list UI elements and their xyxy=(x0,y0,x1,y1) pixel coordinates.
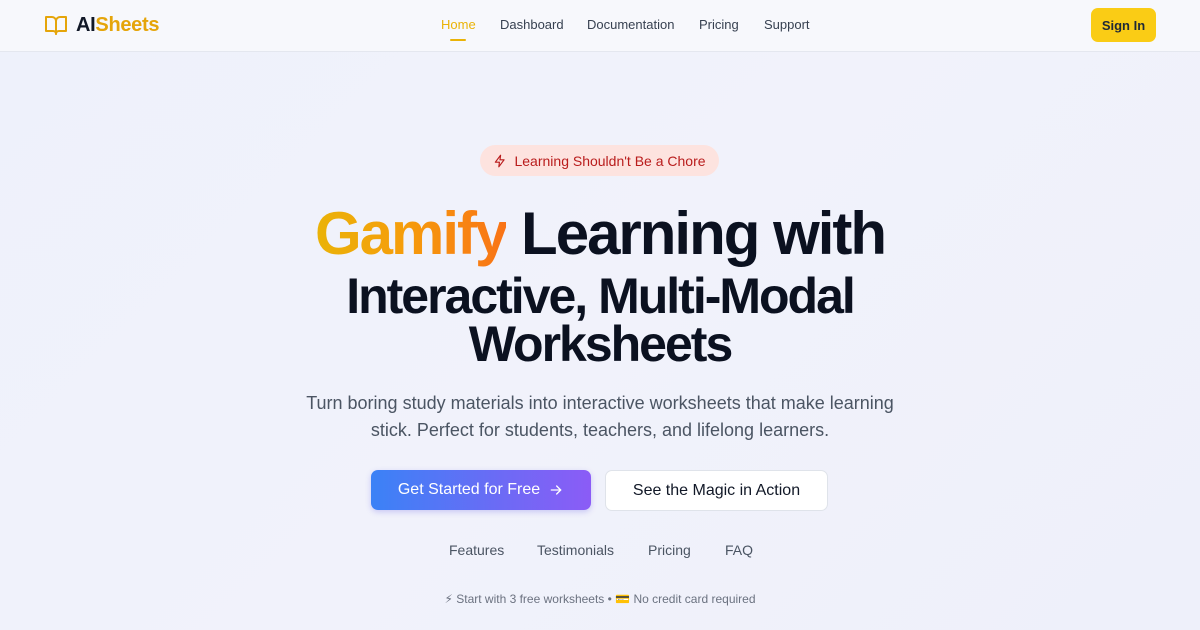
nav-item-dashboard[interactable]: Dashboard xyxy=(500,17,564,32)
get-started-label: Get Started for Free xyxy=(397,481,541,498)
main-nav: Home Dashboard Documentation Pricing Sup… xyxy=(0,0,1200,52)
hero-headline-line1: Gamify Learning with xyxy=(0,198,1200,270)
hero-subtitle-line2: stick. Perfect for students, teachers, a… xyxy=(370,420,830,440)
hero-headline-line3: Worksheets xyxy=(468,316,734,372)
hero-badge-text: Learning Shouldn't Be a Chore xyxy=(514,152,706,169)
free-trial-note: ⚡ Start with 3 free worksheets • 💳 No cr… xyxy=(444,592,756,606)
hero-subtitle-line1: Turn boring study materials into interac… xyxy=(306,393,894,413)
nav-item-pricing[interactable]: Pricing xyxy=(699,17,739,32)
hero-badge: Learning Shouldn't Be a Chore xyxy=(480,145,719,176)
nav-item-home[interactable]: Home xyxy=(441,17,476,41)
lightning-icon xyxy=(495,154,506,167)
section-link-testimonials[interactable]: Testimonials xyxy=(537,542,614,558)
see-magic-button[interactable]: See the Magic in Action xyxy=(605,470,828,511)
brand-logo[interactable]: AISheets xyxy=(44,13,160,37)
open-book-icon xyxy=(45,16,67,35)
section-link-faq[interactable]: FAQ xyxy=(725,542,753,558)
get-started-button[interactable]: Get Started for Free xyxy=(371,470,591,510)
section-link-features[interactable]: Features xyxy=(449,542,504,558)
section-link-pricing[interactable]: Pricing xyxy=(648,542,691,558)
sign-in-button[interactable]: Sign In xyxy=(1091,8,1156,42)
nav-item-support[interactable]: Support xyxy=(764,17,810,32)
arrow-right-icon xyxy=(550,485,562,495)
headline-highlight: Gamify xyxy=(314,200,508,267)
nav-item-documentation[interactable]: Documentation xyxy=(587,17,674,32)
active-nav-underline xyxy=(450,39,467,41)
headline-line1-rest: Learning with xyxy=(506,200,887,267)
top-navbar: AISheets Home Dashboard Documentation Pr… xyxy=(0,0,1200,52)
nav-item-label: Home xyxy=(441,17,476,32)
brand-name-part1: AI xyxy=(76,13,96,36)
brand-name-part2: Sheets xyxy=(95,13,160,36)
brand-name: AISheets xyxy=(76,13,160,37)
